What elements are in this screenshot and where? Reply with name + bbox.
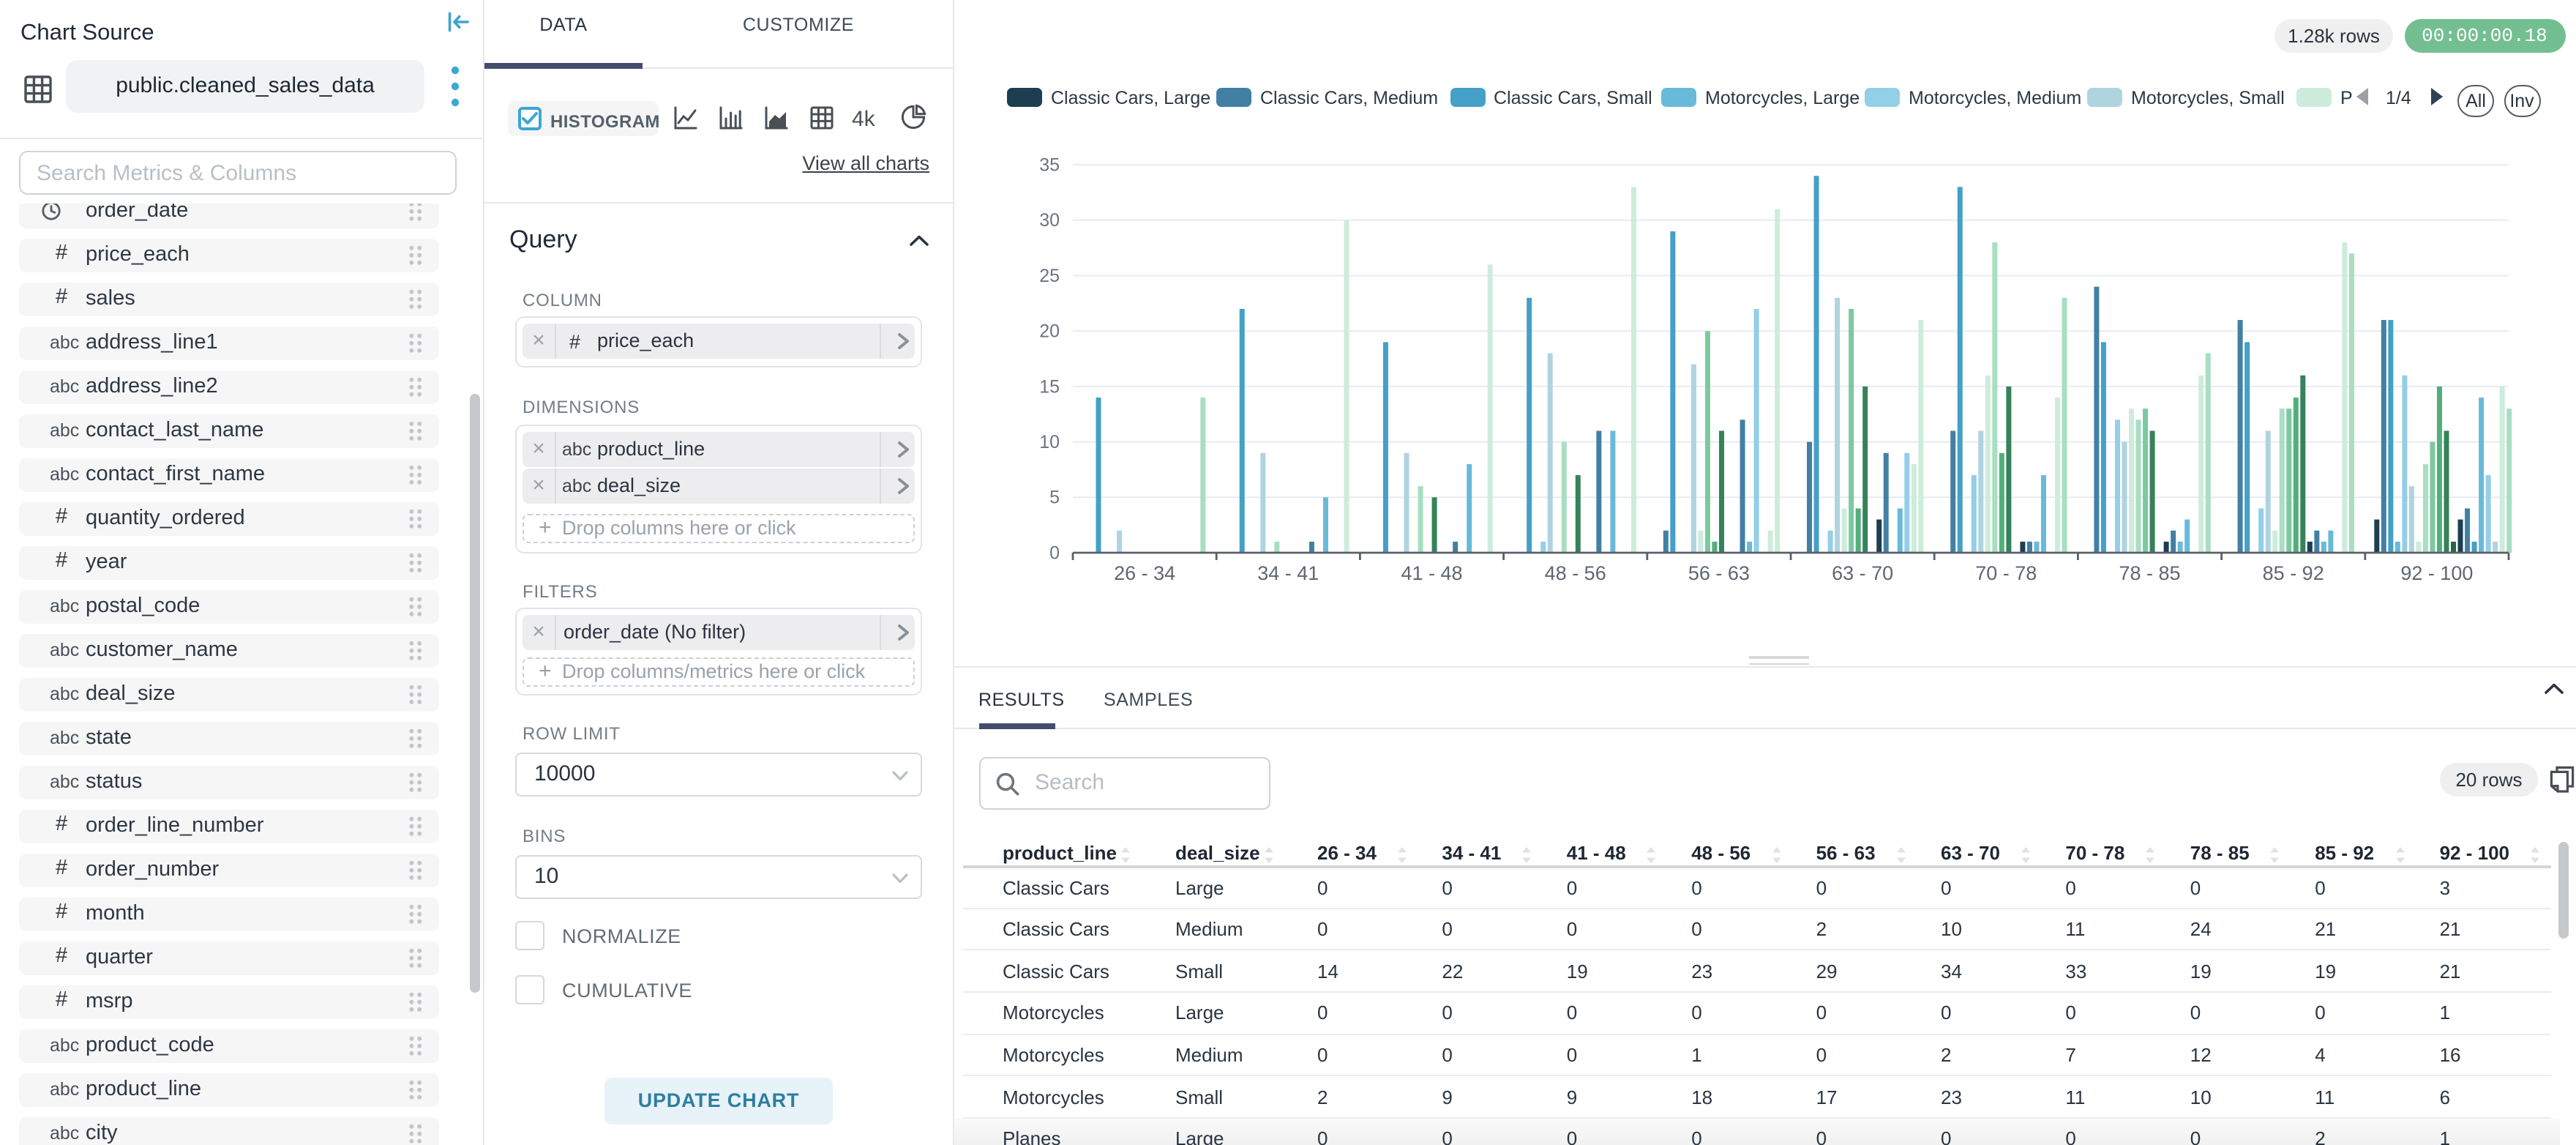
svg-text:10: 10	[1039, 432, 1060, 452]
svg-text:78 - 85: 78 - 85	[2119, 562, 2180, 584]
svg-text:5: 5	[1049, 488, 1060, 508]
svg-text:63 - 70: 63 - 70	[1832, 562, 1893, 584]
svg-text:30: 30	[1039, 210, 1060, 231]
svg-text:35: 35	[1039, 155, 1060, 176]
svg-text:56 - 63: 56 - 63	[1688, 562, 1750, 584]
svg-text:41 - 48: 41 - 48	[1401, 562, 1462, 584]
svg-text:92 - 100: 92 - 100	[2400, 562, 2473, 584]
svg-text:48 - 56: 48 - 56	[1545, 562, 1606, 584]
svg-text:34 - 41: 34 - 41	[1257, 562, 1319, 584]
svg-text:15: 15	[1039, 376, 1060, 397]
svg-text:25: 25	[1039, 266, 1060, 286]
svg-text:26 - 34: 26 - 34	[1114, 562, 1175, 584]
svg-text:85 - 92: 85 - 92	[2263, 562, 2324, 584]
svg-text:70 - 78: 70 - 78	[1975, 562, 2037, 584]
svg-text:0: 0	[1049, 542, 1060, 563]
svg-text:20: 20	[1039, 321, 1060, 342]
